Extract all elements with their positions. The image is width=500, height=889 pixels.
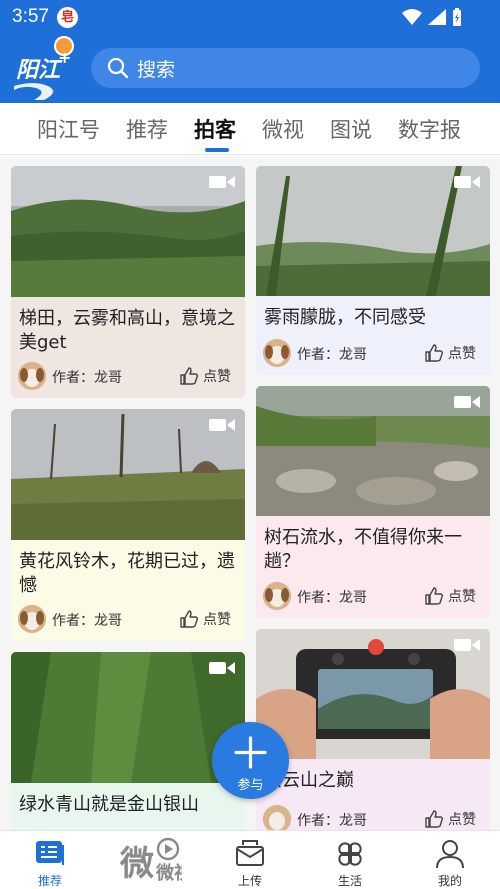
app-logo[interactable]: 阳江 + — [14, 36, 76, 100]
nav-weishi[interactable]: 微 微视 — [100, 831, 200, 889]
upload-mail-icon — [236, 840, 264, 866]
bottom-navigation: 推荐 微 微视 上传 生活 我的 — [0, 830, 500, 889]
tab-yangjianghao[interactable]: 阳江号 — [37, 114, 100, 144]
author-avatar[interactable] — [18, 362, 46, 390]
plus-icon — [234, 736, 267, 769]
nav-recommend[interactable]: 推荐 — [0, 831, 100, 889]
tab-digital-paper[interactable]: 数字报 — [398, 114, 461, 144]
post-photo[interactable] — [256, 386, 490, 516]
app-notification-icon: 皂 — [57, 7, 78, 28]
logo-plus: + — [58, 48, 72, 67]
tab-paike[interactable]: 拍客 — [194, 114, 236, 144]
wifi-icon — [402, 9, 422, 25]
thumbs-up-icon — [180, 610, 199, 628]
post-author: 作者：龙哥 — [52, 613, 122, 629]
life-clover-icon — [338, 842, 362, 866]
post-title: 绿水青山就是金山银山 — [19, 794, 199, 815]
participate-button[interactable]: 参与 — [212, 722, 289, 799]
nav-label: 推荐 — [37, 874, 62, 888]
nav-label: 我的 — [437, 874, 462, 888]
video-camera-icon — [454, 639, 480, 651]
weishi-logo: 微 微视 — [120, 837, 182, 883]
post-title: 梯田，云雾和高山，意境之美get — [19, 308, 235, 353]
thumbs-up-icon — [425, 587, 444, 605]
video-camera-icon — [209, 662, 235, 674]
tab-tushuo[interactable]: 图说 — [330, 114, 372, 144]
like-button[interactable]: 点赞 — [424, 809, 476, 829]
post-title: 树石流水，不值得你来一趟？ — [264, 527, 462, 572]
post-meta: 作者：龙哥 点赞 — [263, 805, 482, 830]
post-title: 雾雨朦胧，不同感受 — [264, 307, 426, 328]
like-label: 点赞 — [448, 346, 476, 362]
profile-icon — [436, 840, 464, 869]
post-title: 黄花风铃木，花期已过，遗憾 — [19, 551, 235, 596]
like-button[interactable]: 点赞 — [424, 586, 476, 606]
post-title: 拍云山之巅 — [264, 770, 354, 791]
battery-icon — [453, 8, 461, 26]
status-time: 3:57 — [12, 6, 49, 27]
like-button[interactable]: 点赞 — [179, 609, 231, 629]
author-avatar[interactable] — [263, 805, 291, 830]
video-camera-icon — [209, 176, 235, 188]
active-tab-indicator — [205, 148, 229, 152]
thumbs-up-icon — [180, 367, 199, 385]
post-author: 作者：龙哥 — [297, 590, 367, 606]
post-photo[interactable] — [11, 409, 245, 540]
like-button[interactable]: 点赞 — [424, 343, 476, 363]
author-avatar[interactable] — [18, 605, 46, 633]
post-card[interactable]: 雾雨朦胧，不同感受 作者：龙哥 点赞 — [256, 166, 490, 375]
post-meta: 作者：龙哥 点赞 — [263, 339, 482, 367]
like-button[interactable]: 点赞 — [179, 366, 231, 386]
search-icon — [107, 57, 129, 79]
nav-label: 生活 — [337, 874, 362, 888]
thumbs-up-icon — [425, 810, 444, 828]
status-icons — [402, 7, 462, 27]
video-camera-icon — [454, 176, 480, 188]
post-author: 作者：龙哥 — [297, 347, 367, 363]
app-screen: 3:57 皂 阳江 + 搜索 阳江号 推荐 拍客 微视 图说 数字报 梯田，云雾… — [0, 0, 500, 889]
post-card[interactable]: 梯田，云雾和高山，意境之美get 作者：龙哥 点赞 — [11, 166, 245, 398]
recommend-icon — [36, 841, 64, 865]
post-card[interactable]: 黄花风铃木，花期已过，遗憾 作者：龙哥 点赞 — [11, 409, 245, 641]
tab-recommend[interactable]: 推荐 — [126, 114, 168, 144]
post-author: 作者：龙哥 — [297, 813, 367, 829]
video-camera-icon — [454, 396, 480, 408]
post-meta: 作者：龙哥 点赞 — [18, 605, 237, 633]
header: 3:57 皂 阳江 + 搜索 — [0, 0, 500, 103]
video-camera-icon — [209, 419, 235, 431]
post-photo[interactable] — [256, 629, 490, 759]
post-meta: 作者：龙哥 点赞 — [263, 582, 482, 610]
nav-label: 上传 — [237, 874, 262, 888]
thumbs-up-icon — [425, 344, 444, 362]
post-author: 作者：龙哥 — [52, 370, 122, 386]
nav-upload[interactable]: 上传 — [200, 831, 300, 889]
participate-label: 参与 — [237, 778, 264, 793]
author-avatar[interactable] — [263, 582, 291, 610]
category-tabs: 阳江号 推荐 拍客 微视 图说 数字报 — [0, 103, 500, 155]
post-photo[interactable] — [256, 166, 490, 296]
search-placeholder: 搜索 — [137, 58, 176, 81]
like-label: 点赞 — [203, 369, 231, 385]
author-avatar[interactable] — [263, 339, 291, 367]
nav-profile[interactable]: 我的 — [400, 831, 500, 889]
signal-icon — [428, 9, 446, 25]
nav-life[interactable]: 生活 — [300, 831, 400, 889]
like-label: 点赞 — [448, 812, 476, 828]
svg-text:微: 微 — [120, 844, 154, 883]
post-card[interactable]: 树石流水，不值得你来一趟？ 作者：龙哥 点赞 — [256, 386, 490, 618]
status-bar: 3:57 皂 — [0, 0, 500, 34]
post-card[interactable]: 绿水青山就是金山银山 — [11, 652, 245, 830]
logo-river-icon — [14, 83, 54, 100]
like-label: 点赞 — [203, 612, 231, 628]
tab-weishi[interactable]: 微视 — [262, 114, 304, 144]
like-label: 点赞 — [448, 589, 476, 605]
post-photo[interactable] — [11, 652, 245, 783]
svg-text:微视: 微视 — [155, 862, 182, 883]
post-meta: 作者：龙哥 点赞 — [18, 362, 237, 390]
post-card[interactable]: 拍云山之巅 作者：龙哥 点赞 — [256, 629, 490, 830]
search-bar[interactable]: 搜索 — [91, 48, 480, 88]
post-photo[interactable] — [11, 166, 245, 297]
